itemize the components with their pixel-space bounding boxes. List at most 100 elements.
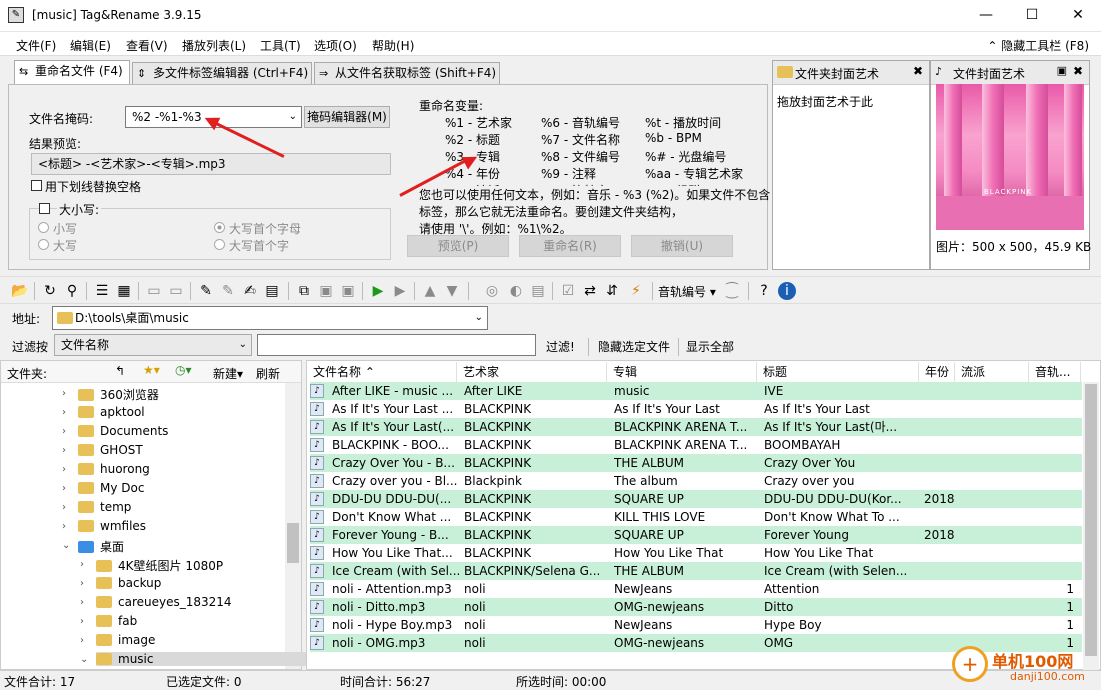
uppercase-radio[interactable] — [38, 239, 49, 250]
pen-icon[interactable]: ✎ — [196, 281, 216, 301]
folder-item-huorong[interactable]: huorong — [78, 462, 150, 476]
folder-item-music[interactable]: music — [96, 652, 320, 666]
clear-icon[interactable]: ▣ — [338, 281, 358, 301]
chevron-right-icon[interactable]: › — [62, 521, 66, 532]
column-header-artist[interactable]: 艺术家 — [457, 362, 607, 382]
undo-button[interactable]: 撤销(U) — [631, 235, 733, 257]
close-button[interactable]: ✕ — [1055, 0, 1101, 32]
info-icon[interactable]: i — [778, 282, 796, 300]
play-next-icon[interactable]: ▶ — [390, 281, 410, 301]
folder-item-4k-wallpaper[interactable]: 4K壁纸图片 1080P — [96, 557, 223, 574]
chevron-down-icon[interactable]: ⌄ — [80, 654, 88, 665]
chevron-right-icon[interactable]: › — [62, 502, 66, 513]
chevron-right-icon[interactable]: › — [62, 426, 66, 437]
folder-item-image[interactable]: image — [96, 633, 155, 647]
track-sort-dropdown[interactable]: 音轨编号 ▾ — [658, 283, 716, 300]
chevron-down-icon[interactable]: ⌄ — [62, 540, 70, 551]
table-row[interactable]: ♪ DDU-DU DDU-DU(... BLACKPINK SQUARE UP DDU-… — [310, 490, 1082, 508]
paste-icon[interactable]: ▣ — [316, 281, 336, 301]
folder-item-fab[interactable]: fab — [96, 614, 137, 628]
menu-help[interactable]: 帮助(H) — [372, 37, 414, 54]
chevron-right-icon[interactable]: › — [80, 578, 84, 589]
table-row[interactable]: ♪ Ice Cream (with Sel... BLACKPINK/Selena … — [310, 562, 1082, 580]
folder-cover-tab[interactable]: 文件夹封面艺术 ✖ — [773, 61, 929, 85]
history-icon[interactable]: ◷▾ — [175, 363, 192, 377]
filter-input[interactable] — [257, 334, 536, 356]
folder-item-desktop[interactable]: 桌面 — [78, 538, 124, 555]
menu-edit[interactable]: 编辑(E) — [70, 37, 111, 54]
refresh-icon[interactable]: ↻ — [40, 281, 60, 301]
show-all-button[interactable]: 显示全部 — [686, 338, 734, 355]
table-row[interactable]: ♪ Don't Know What ... BLACKPINK KILL THIS L… — [310, 508, 1082, 526]
disk-icon[interactable]: ▤ — [528, 281, 548, 301]
folder-icon[interactable]: ▭ — [166, 281, 186, 301]
table-row[interactable]: ♪ Crazy over you - Bl... Blackpink The albu… — [310, 472, 1082, 490]
wave-icon[interactable]: ⁐ — [722, 281, 742, 301]
folder-item-360[interactable]: 360浏览器 — [78, 386, 159, 403]
hide-selected-button[interactable]: 隐藏选定文件 — [598, 338, 670, 355]
freedb-icon[interactable]: ◐ — [506, 281, 526, 301]
table-row[interactable]: ♪ Forever Young - B... BLACKPINK SQUARE UP F… — [310, 526, 1082, 544]
cap-first-word-radio[interactable] — [214, 239, 225, 250]
open-folder-icon[interactable]: 📂 — [10, 281, 30, 301]
table-row[interactable]: ♪ noli - Hype Boy.mp3 noli NewJeans Hype Boy… — [310, 616, 1082, 634]
copy-icon[interactable]: ⧉ — [294, 281, 314, 301]
minimize-button[interactable]: — — [963, 0, 1009, 32]
folder-item-ghost[interactable]: GHOST — [78, 443, 143, 457]
cd-icon[interactable]: ◎ — [482, 281, 502, 301]
column-header-genre[interactable]: 流派 — [955, 362, 1029, 382]
chevron-right-icon[interactable]: › — [80, 635, 84, 646]
folder-item-careueyes[interactable]: careueyes_183214 — [96, 595, 232, 609]
case-checkbox[interactable] — [39, 203, 50, 214]
address-input[interactable]: D:\tools\桌面\music ⌄ — [52, 306, 488, 330]
rename-button[interactable]: 重命名(R) — [519, 235, 621, 257]
column-header-year[interactable]: 年份 — [919, 362, 955, 382]
refresh-folders-button[interactable]: 刷新 — [256, 365, 280, 382]
lightning-icon[interactable]: ⚡ — [626, 281, 646, 301]
file-list-scrollbar[interactable] — [1083, 382, 1099, 670]
menu-tools[interactable]: 工具(T) — [260, 37, 301, 54]
lowercase-radio[interactable] — [38, 222, 49, 233]
case-convert-icon[interactable]: ⇵ — [602, 281, 622, 301]
chevron-right-icon[interactable]: › — [80, 559, 84, 570]
table-row[interactable]: ♪ As If It's Your Last(... BLACKPINK BLACKP… — [310, 418, 1082, 436]
chevron-down-icon[interactable]: ⌄ — [289, 107, 297, 127]
close-icon[interactable]: ✖ — [1073, 64, 1083, 78]
scrollbar-thumb[interactable] — [1085, 384, 1097, 656]
column-header-track[interactable]: 音轨... — [1029, 362, 1081, 382]
tab-rename-files[interactable]: ⇆ 重命名文件 (F4) — [14, 60, 130, 84]
chevron-right-icon[interactable]: › — [80, 616, 84, 627]
column-header-title[interactable]: 标题 — [757, 362, 919, 382]
folder-scrollbar[interactable] — [285, 383, 301, 669]
table-row[interactable]: ♪ How You Like That... BLACKPINK How You Li… — [310, 544, 1082, 562]
chevron-right-icon[interactable]: › — [62, 464, 66, 475]
folder-item-apktool[interactable]: apktool — [78, 405, 145, 419]
filter-field-select[interactable]: 文件名称 ⌄ — [54, 334, 252, 356]
tab-tags-from-filename[interactable]: ⇒ 从文件名获取标签 (Shift+F4) — [314, 62, 500, 84]
image-icon[interactable]: ▣ — [1057, 64, 1067, 77]
chevron-right-icon[interactable]: › — [62, 445, 66, 456]
help-icon[interactable]: ? — [754, 281, 774, 301]
chevron-right-icon[interactable]: › — [80, 597, 84, 608]
chevron-right-icon[interactable]: › — [62, 483, 66, 494]
filter-apply-button[interactable]: 过滤! — [546, 338, 575, 355]
tab-multi-tag-editor[interactable]: ⇕ 多文件标签编辑器 (Ctrl+F4) — [132, 62, 312, 84]
hide-toolbar-button[interactable]: ⌃ 隐藏工具栏 (F8) — [987, 37, 1089, 54]
folder-item-my-doc[interactable]: My Doc — [78, 481, 144, 495]
folder-tag-icon[interactable]: ▤ — [262, 281, 282, 301]
folder-item-documents[interactable]: Documents — [78, 424, 168, 438]
table-row[interactable]: ♪ noli - Attention.mp3 noli NewJeans Attenti… — [310, 580, 1082, 598]
menu-options[interactable]: 选项(O) — [314, 37, 357, 54]
edit-file-icon[interactable]: ✍ — [240, 281, 260, 301]
folder-item-backup[interactable]: backup — [96, 576, 161, 590]
new-folder-button[interactable]: 新建▾ — [213, 365, 243, 382]
column-header-filename[interactable]: 文件名称 ⌃ — [307, 362, 457, 382]
menu-playlist[interactable]: 播放列表(L) — [182, 37, 246, 54]
menu-file[interactable]: 文件(F) — [16, 37, 56, 54]
menu-view[interactable]: 查看(V) — [126, 37, 168, 54]
list-view-icon[interactable]: ☰ — [92, 281, 112, 301]
cap-first-letter-radio[interactable] — [214, 222, 225, 233]
move-up-icon[interactable]: ▲ — [420, 281, 440, 301]
chevron-right-icon[interactable]: › — [62, 407, 66, 418]
folder-up-icon[interactable]: ↰ — [115, 364, 125, 378]
